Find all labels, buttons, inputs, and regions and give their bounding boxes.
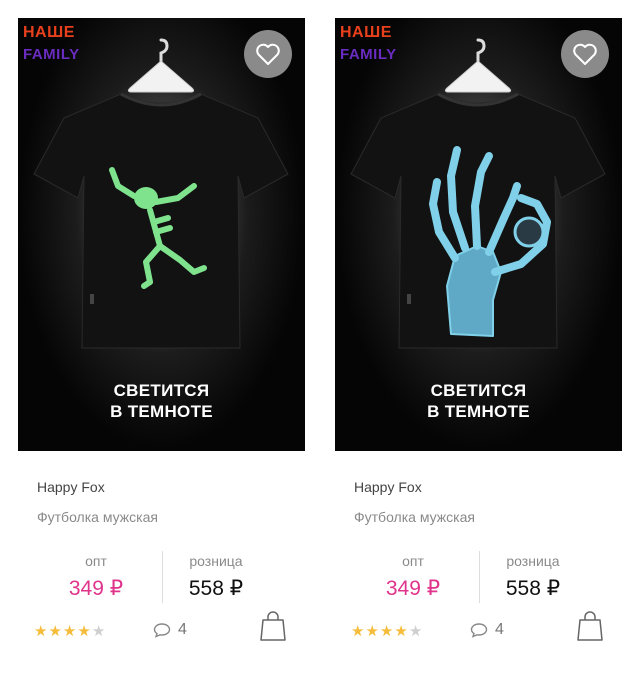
brand-name[interactable]: Happy Fox (37, 479, 105, 495)
star-icon: ★ (379, 623, 394, 640)
star-icon: ★ (62, 623, 77, 640)
wholesale-label: опт (402, 553, 424, 569)
comment-icon (153, 623, 171, 638)
wholesale-value: 349 ₽ (68, 577, 124, 600)
star-icon: ★ (77, 623, 91, 640)
price-divider (479, 551, 480, 603)
wholesale-price: опт 349 ₽ (46, 553, 146, 601)
product-type: Футболка мужская (37, 509, 158, 525)
brand-name[interactable]: Happy Fox (354, 479, 422, 495)
favorite-button[interactable] (561, 30, 609, 78)
tag-family: FAMILY (340, 46, 397, 63)
reviews-count: 4 (178, 621, 187, 638)
star-icon: ★ (408, 623, 423, 640)
retail-label: розница (506, 553, 560, 569)
heart-icon (256, 43, 280, 65)
product-card[interactable]: НАШЕ FAMILY СВЕТИТСЯ В ТЕМНОТЕ Happy Fox… (18, 18, 305, 658)
price-divider (162, 551, 163, 603)
star-icon: ★ (91, 623, 106, 640)
tshirt-image (33, 92, 289, 349)
product-type: Футболка мужская (354, 509, 475, 525)
rating-stars: ★ ★ ★ ★ ★ (351, 624, 422, 639)
favorite-button[interactable] (244, 30, 292, 78)
reviews-link[interactable]: 4 (153, 621, 187, 639)
rating-stars: ★ ★ ★ ★ ★ (34, 624, 105, 639)
tshirt-image (350, 92, 606, 349)
image-caption: СВЕТИТСЯ В ТЕМНОТЕ (110, 381, 213, 421)
tag-nashe: НАШЕ (340, 24, 392, 41)
star-icon: ★ (351, 623, 365, 640)
retail-price: розница 558 ₽ (166, 553, 266, 601)
star-icon: ★ (34, 623, 48, 640)
reviews-count: 4 (495, 621, 504, 638)
shopping-bag-icon[interactable] (259, 610, 287, 642)
star-icon: ★ (365, 623, 379, 640)
retail-label: розница (189, 553, 243, 569)
wholesale-label: опт (85, 553, 107, 569)
product-image[interactable]: НАШЕ FAMILY СВЕТИТСЯ В ТЕМНОТЕ (18, 18, 305, 451)
product-card[interactable]: НАШЕ FAMILY СВЕТИТСЯ В ТЕМНОТЕ Happy Fox… (335, 18, 622, 658)
tag-nashe: НАШЕ (23, 24, 75, 41)
tag-family: FAMILY (23, 46, 80, 63)
shopping-bag-icon[interactable] (576, 610, 604, 642)
product-image[interactable]: НАШЕ FAMILY СВЕТИТСЯ В ТЕМНОТЕ (335, 18, 622, 451)
retail-value: 558 ₽ (188, 577, 244, 600)
reviews-link[interactable]: 4 (470, 621, 504, 639)
star-icon: ★ (394, 623, 408, 640)
comment-icon (470, 623, 488, 638)
heart-icon (573, 43, 597, 65)
image-caption: СВЕТИТСЯ В ТЕМНОТЕ (427, 381, 530, 421)
retail-value: 558 ₽ (505, 577, 561, 600)
retail-price: розница 558 ₽ (483, 553, 583, 601)
wholesale-value: 349 ₽ (385, 577, 441, 600)
star-icon: ★ (48, 623, 62, 640)
wholesale-price: опт 349 ₽ (363, 553, 463, 601)
